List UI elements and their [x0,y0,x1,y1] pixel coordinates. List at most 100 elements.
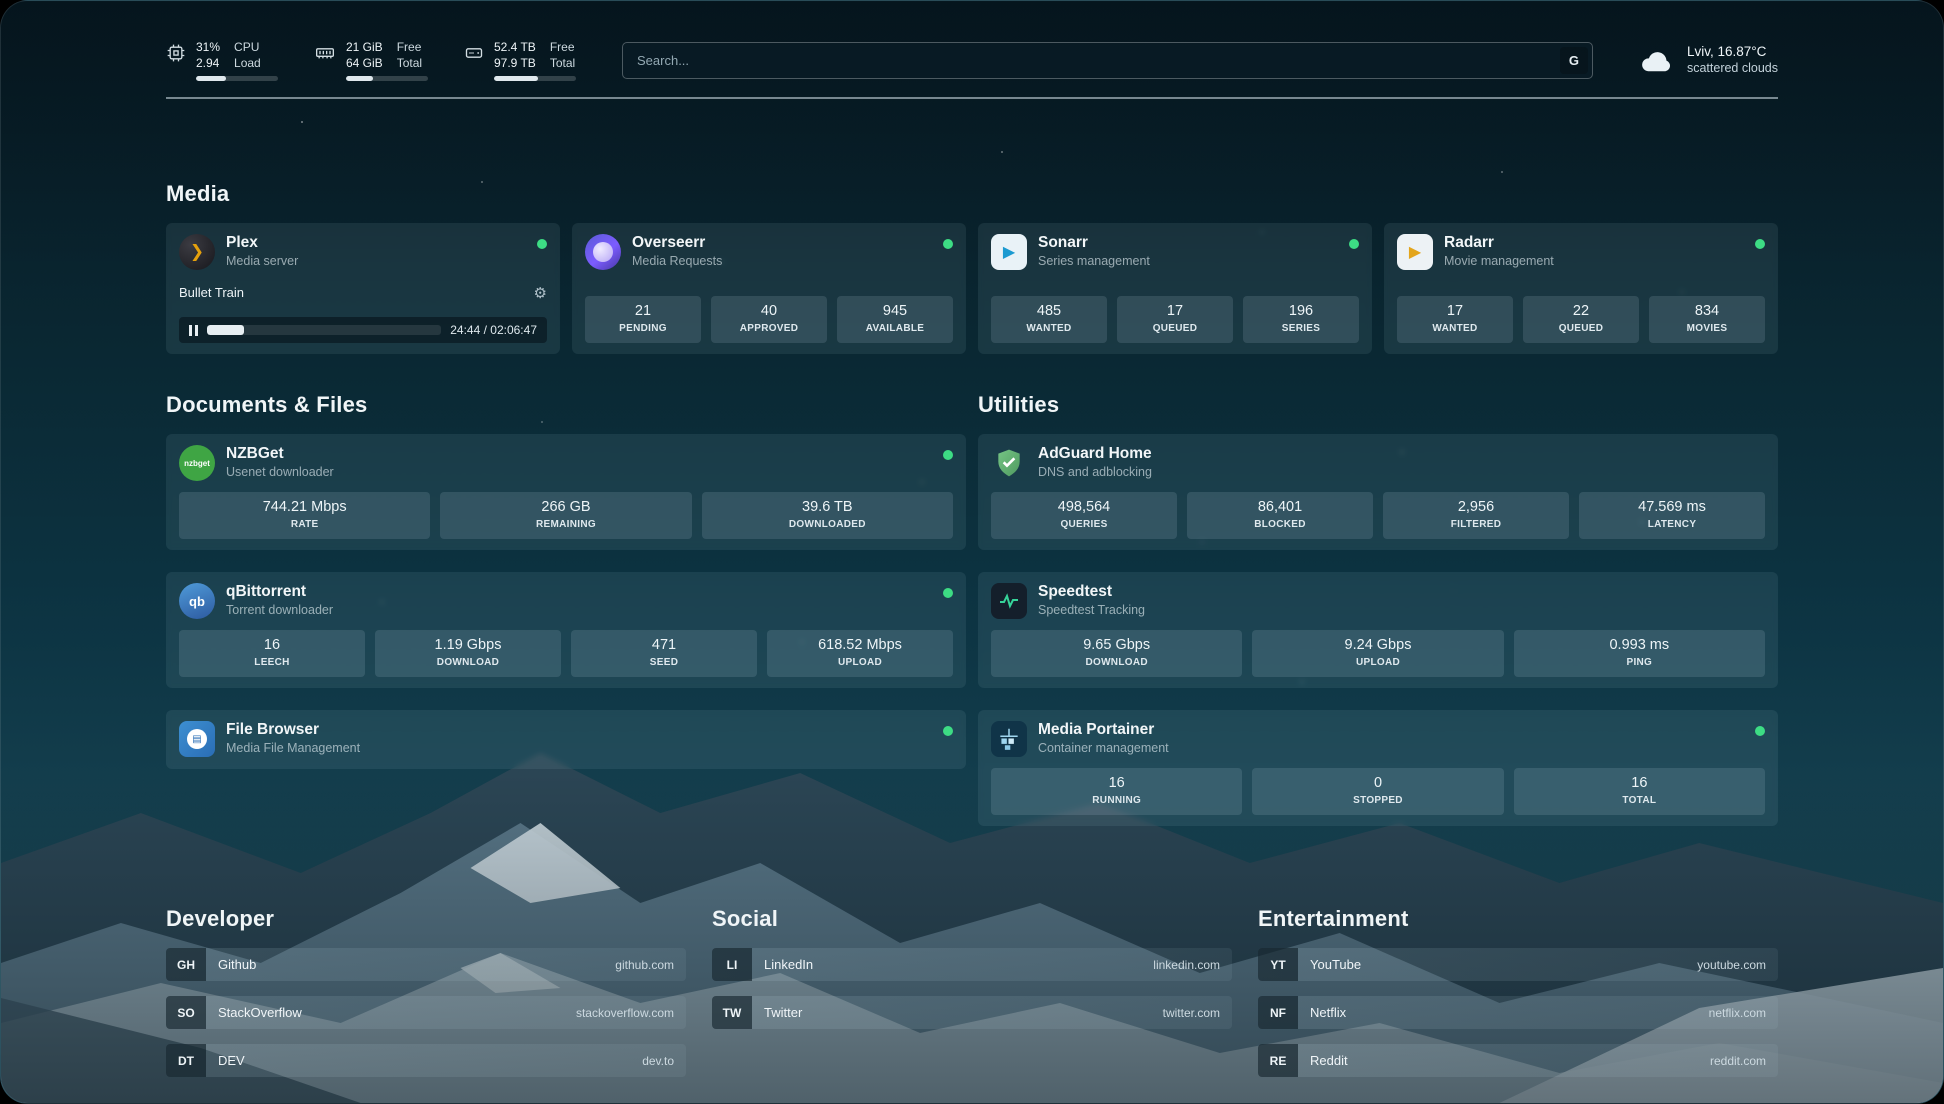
bookmark-url: stackoverflow.com [576,1006,674,1020]
status-dot [537,239,547,249]
pause-icon[interactable] [189,325,198,336]
stat-value: 86,401 [1191,499,1369,516]
overseerr-icon [585,234,621,270]
service-name: Overseerr [632,233,722,252]
bookmark-netflix[interactable]: NF Netflix netflix.com [1258,996,1778,1029]
stat-box: 0 STOPPED [1252,768,1503,815]
service-subtitle: Media Requests [632,252,722,271]
status-dot [943,726,953,736]
bookmarks-developer: Developer GH Github github.com SO StackO… [166,906,686,1077]
stat-value: 9.24 Gbps [1256,637,1499,654]
cpu-usage-value: 31% [196,39,220,55]
service-card-plex[interactable]: Plex Media server Bullet Train ⚙ 24:44 /… [166,223,560,354]
section-media: Media Plex Media server Bullet Train [166,181,1778,354]
stat-value: 744.21 Mbps [183,499,426,516]
memory-widget: 21 GiB 64 GiB Free Total [314,39,428,81]
service-card-sonarr[interactable]: Sonarr Series management 485 WANTED 17 Q… [978,223,1372,354]
section-title-entertainment: Entertainment [1258,906,1778,932]
stat-value: 2,956 [1387,499,1565,516]
bookmark-name: Netflix [1310,1005,1346,1020]
weather-condition: scattered clouds [1687,60,1778,77]
stat-value: 39.6 TB [706,499,949,516]
service-name: AdGuard Home [1038,444,1152,463]
stat-box: 196 SERIES [1243,296,1359,343]
bookmark-linkedin[interactable]: LI LinkedIn linkedin.com [712,948,1232,981]
memory-free-value: 21 GiB [346,39,383,55]
stat-label: RUNNING [995,792,1238,809]
bookmark-stackoverflow[interactable]: SO StackOverflow stackoverflow.com [166,996,686,1029]
stat-box: 17 WANTED [1397,296,1513,343]
stat-label: RATE [183,516,426,533]
stat-label: STOPPED [1256,792,1499,809]
service-card-speedtest[interactable]: Speedtest Speedtest Tracking 9.65 Gbps D… [978,572,1778,688]
service-name: Radarr [1444,233,1554,252]
weather-location: Lviv, 16.87°C [1687,43,1778,60]
stat-value: 16 [183,637,361,654]
stat-value: 471 [575,637,753,654]
section-title-social: Social [712,906,1232,932]
cloud-icon [1639,46,1675,74]
bookmark-name: StackOverflow [218,1005,302,1020]
bookmark-url: netflix.com [1709,1006,1766,1020]
playback-progress[interactable] [207,325,441,335]
section-title-developer: Developer [166,906,686,932]
bookmark-abbr: RE [1258,1044,1298,1077]
status-dot [943,450,953,460]
service-name: Media Portainer [1038,720,1169,739]
memory-total-value: 64 GiB [346,55,383,71]
service-card-adguard[interactable]: AdGuard Home DNS and adblocking 498,564 … [978,434,1778,550]
service-subtitle: Container management [1038,739,1169,758]
stat-box: 2,956 FILTERED [1383,492,1569,539]
gear-icon[interactable]: ⚙ [534,284,547,302]
cpu-load-value: 2.94 [196,55,220,71]
portainer-icon [991,721,1027,757]
bookmark-abbr: SO [166,996,206,1029]
stat-box: 618.52 Mbps UPLOAD [767,630,953,677]
speedtest-icon [991,583,1027,619]
stat-box: 16 TOTAL [1514,768,1765,815]
playback-time: 24:44 / 02:06:47 [450,323,537,337]
stat-label: TOTAL [1518,792,1761,809]
service-card-portainer[interactable]: Media Portainer Container management 16 … [978,710,1778,826]
stat-value: 21 [589,303,697,320]
bookmark-twitter[interactable]: TW Twitter twitter.com [712,996,1232,1029]
memory-total-label: Total [397,55,422,71]
now-playing-title: Bullet Train [179,285,244,300]
service-card-radarr[interactable]: Radarr Movie management 17 WANTED 22 QUE… [1384,223,1778,354]
memory-icon [314,43,336,63]
bookmark-github[interactable]: GH Github github.com [166,948,686,981]
stat-value: 0.993 ms [1518,637,1761,654]
stat-box: 40 APPROVED [711,296,827,343]
bookmark-name: Twitter [764,1005,802,1020]
service-card-nzbget[interactable]: nzbget NZBGet Usenet downloader 744.21 M… [166,434,966,550]
stat-label: DOWNLOAD [995,654,1238,671]
search-input[interactable] [622,42,1593,79]
search-provider-button[interactable]: G [1560,47,1588,74]
stat-box: 266 GB REMAINING [440,492,691,539]
bookmark-url: reddit.com [1710,1054,1766,1068]
bookmark-dev[interactable]: DT DEV dev.to [166,1044,686,1077]
status-dot [1755,239,1765,249]
stat-label: PENDING [589,320,697,337]
service-card-qbittorrent[interactable]: qb qBittorrent Torrent downloader 16 LEE… [166,572,966,688]
radarr-icon [1397,234,1433,270]
weather-widget: Lviv, 16.87°C scattered clouds [1639,43,1778,77]
cpu-load-label: Load [234,55,261,71]
service-name: NZBGet [226,444,334,463]
stat-box: 1.19 Gbps DOWNLOAD [375,630,561,677]
stat-box: 16 RUNNING [991,768,1242,815]
memory-free-label: Free [397,39,422,55]
stat-label: PING [1518,654,1761,671]
bookmark-name: DEV [218,1053,245,1068]
bookmark-reddit[interactable]: RE Reddit reddit.com [1258,1044,1778,1077]
stat-value: 618.52 Mbps [771,637,949,654]
stat-box: 17 QUEUED [1117,296,1233,343]
bookmark-abbr: TW [712,996,752,1029]
bookmark-name: Github [218,957,256,972]
service-card-filebrowser[interactable]: File Browser Media File Management [166,710,966,769]
status-dot [1349,239,1359,249]
stat-value: 17 [1401,303,1509,320]
disk-free-label: Free [550,39,575,55]
bookmark-youtube[interactable]: YT YouTube youtube.com [1258,948,1778,981]
service-card-overseerr[interactable]: Overseerr Media Requests 21 PENDING 40 A… [572,223,966,354]
